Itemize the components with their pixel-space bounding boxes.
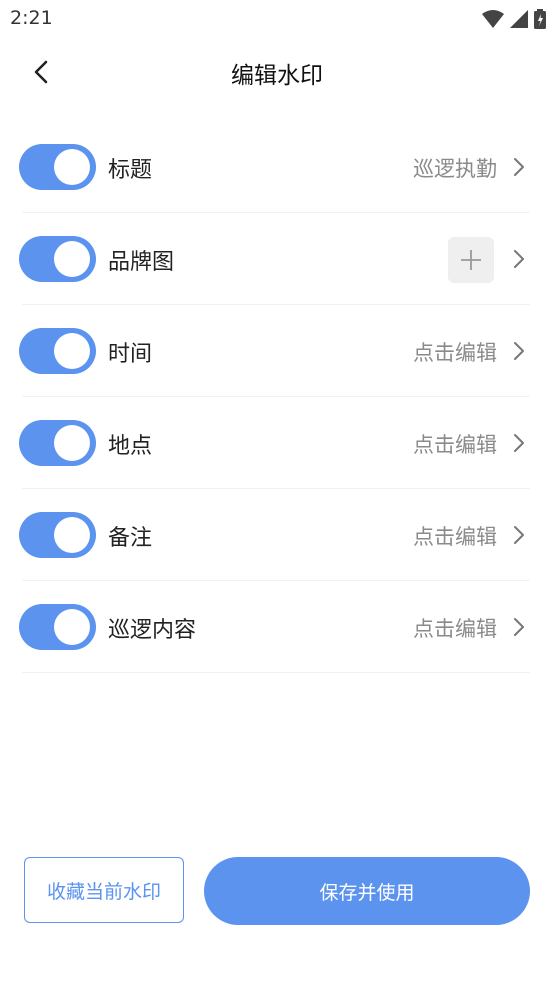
chevron-right-icon[interactable]	[512, 616, 526, 638]
field-row-title: 标题 巡逻执勤	[0, 121, 554, 213]
title-toggle[interactable]	[19, 144, 96, 190]
field-value[interactable]: 点击编辑	[413, 337, 497, 367]
battery-icon	[534, 9, 546, 29]
toggle-knob	[54, 609, 90, 645]
toggle-knob	[54, 149, 90, 185]
field-row-patrol-content: 巡逻内容 点击编辑	[0, 581, 554, 673]
field-value[interactable]: 巡逻执勤	[413, 153, 497, 183]
favorite-watermark-button[interactable]: 收藏当前水印	[24, 857, 184, 923]
status-icons	[482, 8, 546, 30]
status-bar: 2:21	[0, 0, 554, 38]
remarks-toggle[interactable]	[19, 512, 96, 558]
plus-icon	[461, 250, 481, 270]
field-label: 备注	[108, 526, 153, 551]
field-value[interactable]: 点击编辑	[413, 521, 497, 551]
bottom-action-bar: 收藏当前水印 保存并使用	[0, 857, 554, 927]
add-brand-image-button[interactable]	[448, 237, 494, 283]
field-row-brand-image: 品牌图	[0, 213, 554, 305]
signal-icon	[510, 10, 528, 28]
field-value[interactable]: 点击编辑	[413, 613, 497, 643]
location-toggle[interactable]	[19, 420, 96, 466]
field-value[interactable]: 点击编辑	[413, 429, 497, 459]
patrol-content-toggle[interactable]	[19, 604, 96, 650]
header: 编辑水印	[0, 40, 554, 104]
field-label: 巡逻内容	[108, 618, 197, 643]
toggle-knob	[54, 425, 90, 461]
toggle-knob	[54, 241, 90, 277]
chevron-right-icon[interactable]	[512, 340, 526, 362]
status-time: 2:21	[10, 7, 53, 29]
chevron-right-icon[interactable]	[512, 432, 526, 454]
toggle-knob	[54, 333, 90, 369]
page-title: 编辑水印	[231, 63, 323, 89]
wifi-icon	[482, 10, 504, 28]
time-toggle[interactable]	[19, 328, 96, 374]
chevron-right-icon[interactable]	[512, 156, 526, 178]
field-label: 品牌图	[108, 250, 175, 275]
toggle-knob	[54, 517, 90, 553]
field-row-location: 地点 点击编辑	[0, 397, 554, 489]
field-row-time: 时间 点击编辑	[0, 305, 554, 397]
chevron-right-icon[interactable]	[512, 248, 526, 270]
field-label: 时间	[108, 342, 153, 367]
watermark-fields-list: 标题 巡逻执勤 品牌图 时间 点击编辑 地点 点击编辑 备注 点击编辑 巡逻内容…	[0, 121, 554, 673]
field-label: 标题	[108, 158, 153, 183]
divider	[22, 672, 530, 673]
brand-image-toggle[interactable]	[19, 236, 96, 282]
chevron-right-icon[interactable]	[512, 524, 526, 546]
save-and-use-button[interactable]: 保存并使用	[204, 857, 530, 925]
field-label: 地点	[108, 434, 153, 459]
field-row-remarks: 备注 点击编辑	[0, 489, 554, 581]
